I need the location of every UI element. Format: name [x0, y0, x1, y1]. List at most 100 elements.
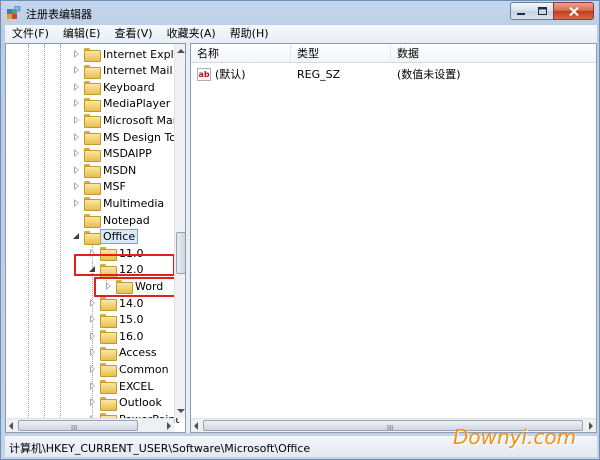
tree-item[interactable]: Microsoft Mar	[72, 112, 178, 129]
menu-favorites[interactable]: 收藏夹(A)	[160, 25, 223, 43]
tree-item-label: MSF	[103, 180, 126, 194]
expand-arrow-icon[interactable]	[88, 348, 97, 357]
list-header: 名称 类型 数据	[191, 44, 596, 63]
tree-item[interactable]: 15.0	[88, 312, 144, 328]
scroll-right-icon[interactable]	[167, 422, 171, 430]
tree-item[interactable]: Access	[88, 345, 157, 361]
folder-icon	[84, 164, 101, 179]
folder-icon	[100, 346, 117, 361]
folder-icon	[100, 330, 117, 345]
expand-arrow-icon[interactable]	[72, 165, 81, 175]
tree-item[interactable]: EXCEL	[88, 378, 153, 394]
scroll-down-icon[interactable]	[177, 409, 185, 413]
tree-item[interactable]: MediaPlayer	[72, 96, 170, 112]
tree-guide-line	[28, 44, 29, 418]
expand-arrow-icon[interactable]	[72, 82, 81, 92]
scroll-up-icon[interactable]	[177, 49, 185, 53]
column-type[interactable]: 类型	[291, 44, 391, 63]
expand-arrow-icon[interactable]	[88, 398, 97, 407]
value-name: (默认)	[215, 68, 246, 81]
tree-item[interactable]: MSDN	[72, 162, 137, 179]
folder-icon	[84, 81, 101, 96]
tree-horizontal-scrollbar[interactable]: III	[6, 418, 174, 432]
expand-arrow-icon[interactable]	[72, 132, 81, 142]
list-item[interactable]: ab (默认) REG_SZ (数值未设置)	[191, 66, 596, 83]
folder-icon	[84, 197, 101, 212]
tree-item-label: EXCEL	[119, 379, 154, 393]
scroll-left-icon[interactable]	[194, 422, 198, 430]
tree-item[interactable]: Outlook	[88, 395, 162, 411]
close-button[interactable]	[553, 2, 594, 20]
tree-item[interactable]: Internet Mail a	[72, 63, 183, 79]
tree-item-label: 14.0	[119, 296, 144, 310]
expand-arrow-icon[interactable]	[72, 66, 81, 75]
tree-item[interactable]: Common	[88, 361, 169, 378]
tree-item-label: MediaPlayer	[103, 97, 171, 111]
values-list-pane[interactable]: 名称 类型 数据 ab (默认) REG_SZ (数值未设置) III	[190, 43, 597, 433]
folder-icon	[84, 64, 101, 79]
folder-icon	[84, 131, 101, 145]
tree-item-label: Internet Explor	[103, 47, 185, 61]
tree-item-label: Internet Mail a	[103, 64, 183, 78]
tree-hscroll-thumb[interactable]: III	[18, 420, 138, 432]
expand-arrow-icon[interactable]	[72, 99, 81, 108]
tree-item-label: Microsoft Mar	[103, 113, 178, 127]
menu-edit[interactable]: 编辑(E)	[56, 25, 108, 43]
collapse-arrow-icon[interactable]	[72, 232, 81, 241]
scroll-right-icon[interactable]	[589, 422, 593, 430]
expand-arrow-icon[interactable]	[72, 182, 81, 191]
menu-file[interactable]: 文件(F)	[5, 25, 56, 43]
menu-help[interactable]: 帮助(H)	[223, 25, 276, 43]
tree-item[interactable]: Keyboard	[72, 79, 155, 96]
expand-arrow-icon[interactable]	[88, 364, 97, 374]
maximize-button[interactable]	[532, 2, 554, 20]
expand-arrow-icon[interactable]	[72, 115, 81, 125]
expand-arrow-icon[interactable]	[72, 149, 81, 158]
folder-icon	[84, 147, 101, 162]
window-title: 注册表编辑器	[26, 8, 92, 21]
regedit-icon	[7, 6, 21, 19]
scroll-left-icon[interactable]	[9, 422, 13, 430]
column-name[interactable]: 名称	[191, 44, 291, 63]
tree-guide-line	[44, 44, 45, 418]
folder-icon	[100, 297, 117, 311]
tree-item[interactable]: MSDAIPP	[72, 146, 152, 162]
title-bar[interactable]: 注册表编辑器	[1, 1, 599, 25]
menu-view[interactable]: 查看(V)	[107, 25, 159, 43]
menu-bar: 文件(F) 编辑(E) 查看(V) 收藏夹(A) 帮助(H)	[5, 25, 597, 43]
expand-arrow-icon[interactable]	[72, 49, 81, 59]
close-icon	[568, 6, 579, 16]
column-data[interactable]: 数据	[391, 44, 596, 63]
registry-tree-pane[interactable]: Internet Explor Internet Mail a Keyboard Me…	[5, 43, 186, 433]
tree-item-label: Multimedia	[103, 196, 165, 210]
tree-item-label: 16.0	[119, 329, 144, 343]
folder-icon	[84, 48, 101, 62]
tree-item[interactable]: MS Design Too	[72, 129, 183, 145]
folder-icon	[100, 313, 117, 328]
folder-icon	[100, 363, 117, 378]
folder-icon	[84, 180, 101, 195]
expand-arrow-icon[interactable]	[88, 315, 97, 324]
expand-arrow-icon[interactable]	[88, 381, 97, 391]
tree-item[interactable]: 14.0	[88, 295, 144, 311]
tree-item[interactable]: Notepad	[72, 212, 150, 228]
value-type: REG_SZ	[297, 68, 341, 81]
tree-item[interactable]: 16.0	[88, 328, 144, 345]
tree-item[interactable]: Office	[72, 229, 139, 245]
tree-vertical-scrollbar[interactable]	[174, 44, 185, 418]
tree-item-label: MS Design Too	[103, 130, 183, 144]
expand-arrow-icon[interactable]	[88, 331, 97, 341]
tree-scroll-thumb[interactable]	[176, 232, 185, 274]
tree-item-label: 15.0	[119, 313, 144, 327]
tree-item-label: Notepad	[103, 213, 150, 227]
tree-item-label: MSDN	[103, 163, 137, 177]
tree-item[interactable]: Multimedia	[72, 195, 165, 212]
tree-item[interactable]: Internet Explor	[72, 46, 185, 62]
folder-icon	[84, 230, 101, 245]
highlight-box-word	[94, 277, 185, 297]
tree-item-label: Office	[100, 229, 139, 245]
minimize-button[interactable]	[510, 2, 533, 20]
expand-arrow-icon[interactable]	[72, 198, 81, 208]
expand-arrow-icon[interactable]	[88, 298, 97, 308]
tree-item[interactable]: MSF	[72, 179, 126, 195]
